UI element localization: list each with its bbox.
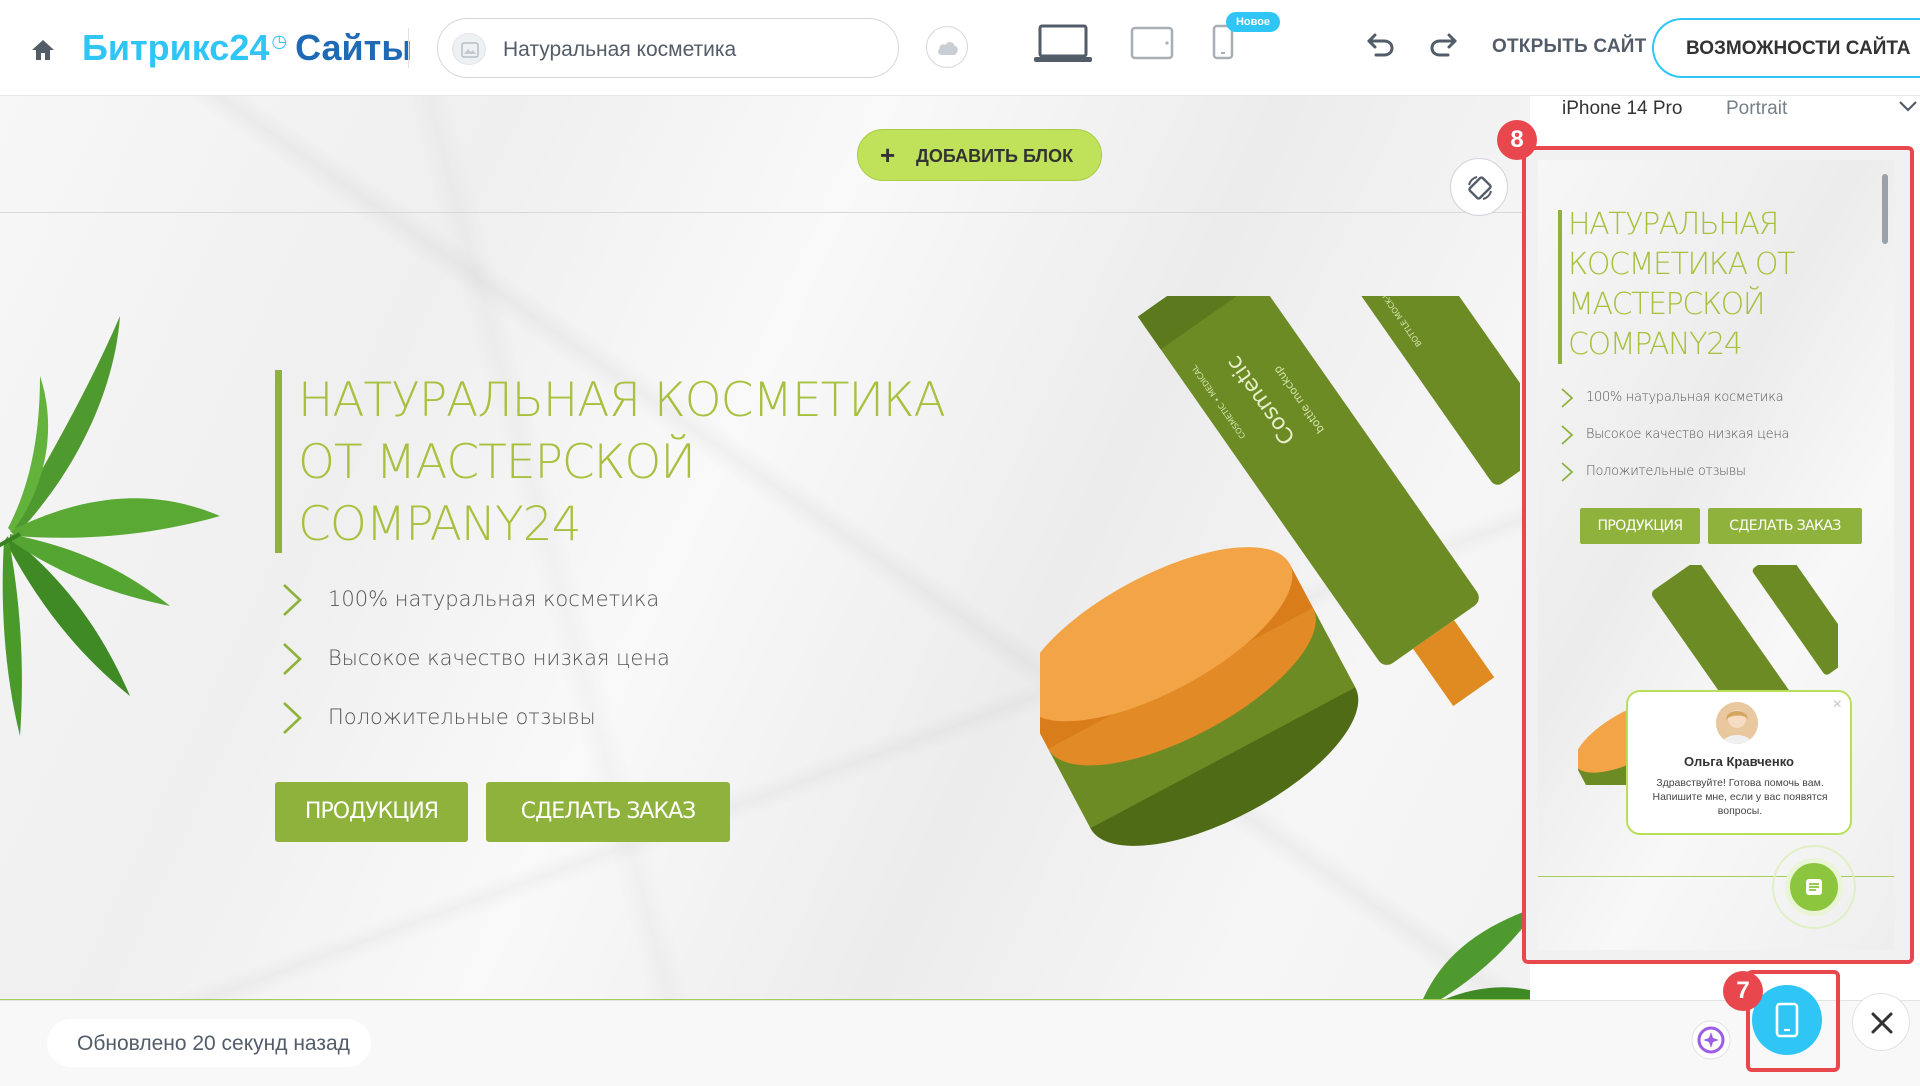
logo-brand: Битрикс24 — [82, 27, 270, 68]
hero-title-line: НАТУРАЛЬНАЯ КОСМЕТИКА — [298, 373, 946, 428]
chevron-right-icon — [1561, 425, 1574, 445]
bottom-bar: Обновлено 20 секунд назад — [0, 1000, 1920, 1086]
block-divider — [0, 212, 1530, 213]
mobile-order-button[interactable]: СДЕЛАТЬ ЗАКАЗ — [1708, 508, 1862, 544]
bullet-text: Положительные отзывы — [1586, 464, 1746, 479]
clock-icon: ◷ — [271, 31, 288, 51]
chevron-right-icon — [1561, 462, 1574, 482]
open-site-link[interactable]: ОТКРЫТЬ САЙТ — [1492, 36, 1646, 58]
bullet-item: Положительные отзывы — [1560, 461, 1746, 498]
close-icon — [1871, 1012, 1893, 1034]
logo-product: Сайты — [295, 27, 413, 68]
chat-greeting-popup[interactable]: × Ольга Кравченко Здравствуйте! Готова п… — [1626, 690, 1852, 835]
chat-agent-name: Ольга Кравченко — [1684, 754, 1794, 769]
mobile-products-button[interactable]: ПРОДУКЦИЯ — [1580, 508, 1700, 544]
mobile-hero-title: НАТУРАЛЬНАЯ КОСМЕТИКА ОТ МАСТЕРСКОЙ COMP… — [1568, 205, 1795, 365]
chat-widget-button[interactable] — [1785, 858, 1843, 916]
divider — [408, 28, 409, 68]
hero-title-line: COMPANY24 — [298, 497, 582, 552]
hero-accent-bar — [275, 370, 282, 553]
close-preview-button[interactable] — [1852, 993, 1910, 1051]
site-features-label: ВОЗМОЖНОСТИ САЙТА — [1686, 38, 1911, 59]
bullet-text: Высокое качество низкая цена — [1586, 427, 1790, 442]
undo-icon[interactable] — [1366, 32, 1396, 58]
tablet-icon[interactable] — [1130, 26, 1174, 60]
annotation-badge: 8 — [1497, 120, 1537, 160]
add-block-label: ДОБАВИТЬ БЛОК — [916, 146, 1074, 166]
chevron-right-icon — [283, 643, 302, 675]
home-icon[interactable] — [30, 38, 56, 62]
cosmetic-products-image: Cosmetic bottle mockup COSMETIC • MEDICA… — [1040, 296, 1520, 846]
chevron-right-icon — [1561, 388, 1574, 408]
scrollbar[interactable] — [1882, 174, 1888, 244]
phone-icon — [1775, 1002, 1799, 1038]
device-orientation: Portrait — [1726, 98, 1788, 119]
mobile-title-line: МАСТЕРСКОЙ — [1568, 287, 1766, 322]
close-icon[interactable]: × — [1833, 696, 1842, 714]
mobile-title-line: НАТУРАЛЬНАЯ — [1568, 207, 1779, 242]
chevron-down-icon — [1899, 101, 1917, 112]
bullet-item: Высокое качество низкая цена — [1560, 424, 1790, 461]
last-updated-status: Обновлено 20 секунд назад — [47, 1019, 371, 1067]
bullet-text: Положительные отзывы — [328, 705, 596, 729]
cloud-save-button[interactable] — [926, 26, 968, 68]
redo-icon[interactable] — [1428, 32, 1458, 58]
site-name: Натуральная косметика — [503, 38, 737, 61]
add-block-button[interactable]: + ДОБАВИТЬ БЛОК — [857, 129, 1102, 181]
new-badge: Новое — [1226, 12, 1280, 32]
mobile-title-line: COMPANY24 — [1568, 327, 1743, 362]
last-updated-text: Обновлено 20 секунд назад — [77, 1032, 350, 1055]
chevron-right-icon — [283, 702, 302, 734]
desktop-icon[interactable] — [1034, 24, 1092, 64]
bullet-text: 100% натуральная косметика — [328, 587, 660, 611]
phone-preview-frame: НАТУРАЛЬНАЯ КОСМЕТИКА ОТ МАСТЕРСКОЙ COMP… — [1522, 146, 1914, 964]
mobile-bullets: 100% натуральная косметика Высокое качес… — [1560, 387, 1790, 498]
order-button[interactable]: СДЕЛАТЬ ЗАКАЗ — [486, 782, 730, 842]
device-name: iPhone 14 Pro — [1562, 98, 1683, 119]
rotate-icon — [1468, 176, 1492, 200]
products-button[interactable]: ПРОДУКЦИЯ — [275, 782, 468, 842]
hero-title-line: ОТ МАСТЕРСКОЙ — [298, 435, 696, 490]
leaf-image — [0, 316, 220, 736]
site-features-button[interactable]: ВОЗМОЖНОСТИ САЙТА — [1652, 18, 1920, 78]
device-select[interactable]: iPhone 14 Pro Portrait — [1562, 96, 1917, 124]
chevron-right-icon — [283, 584, 302, 616]
mobile-title-line: КОСМЕТИКА ОТ — [1568, 247, 1795, 282]
bullet-text: 100% натуральная косметика — [1586, 390, 1784, 405]
bullet-item: 100% натуральная косметика — [1560, 387, 1784, 424]
avatar — [1716, 702, 1758, 744]
rotate-device-button[interactable] — [1450, 158, 1508, 216]
bullet-text: Высокое качество низкая цена — [328, 646, 670, 670]
site-name-field[interactable]: Натуральная косметика — [437, 18, 899, 78]
mobile-preview-toggle-button[interactable] — [1752, 985, 1822, 1055]
chat-icon — [1806, 879, 1822, 895]
cloud-icon — [938, 42, 958, 55]
chat-message: Здравствуйте! Готова помочь вам. Напишит… — [1652, 777, 1828, 817]
hero-accent-bar — [1558, 210, 1562, 364]
site-thumbnail-icon — [452, 33, 486, 65]
top-toolbar: Битрикс24 ◷ Сайты Натуральная косметика Но… — [0, 0, 1920, 96]
annotation-badge: 7 — [1723, 971, 1763, 1011]
hero-title: НАТУРАЛЬНАЯ КОСМЕТИКА ОТ МАСТЕРСКОЙ COMP… — [298, 370, 998, 556]
plus-icon: + — [880, 140, 896, 170]
logo[interactable]: Битрикс24 ◷ Сайты — [82, 27, 412, 69]
ai-copilot-icon[interactable] — [1690, 1019, 1732, 1061]
